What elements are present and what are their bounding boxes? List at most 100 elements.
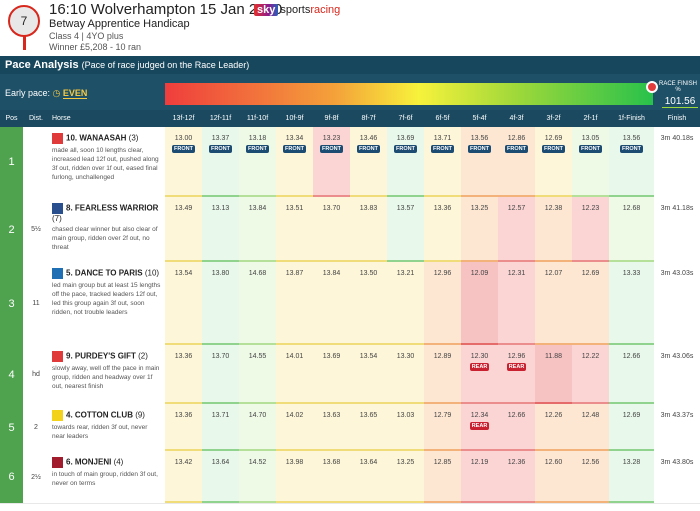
- horse-draw: (2): [135, 351, 148, 361]
- sectional-cell: 12.07: [535, 262, 572, 345]
- horse-name-line[interactable]: 10. WANAASAH (3): [52, 133, 162, 144]
- sectional-cell: 14.52: [239, 451, 276, 503]
- sectional-cell: 13.28: [609, 451, 654, 503]
- race-class: Class 4 | 4YO plus: [49, 31, 124, 41]
- sectional-cell: 13.83: [350, 197, 387, 262]
- sectional-time: 13.36: [433, 205, 452, 212]
- logo-sky: sky: [254, 4, 279, 16]
- sectional-cell: 13.46 FRONT: [350, 127, 387, 197]
- sectional-cell: 14.70: [239, 404, 276, 451]
- sectional-cell: 12.36: [498, 451, 535, 503]
- sectional-time: 12.19: [470, 459, 489, 466]
- horse-name-line[interactable]: 8. FEARLESS WARRIOR (7): [52, 203, 162, 223]
- sectional-time: 12.89: [433, 353, 452, 360]
- sectional-cell: 13.18 FRONT: [239, 127, 276, 197]
- sectional-time: 12.07: [544, 270, 563, 277]
- sectional-cell: 13.70: [202, 345, 239, 404]
- horse-name[interactable]: 5. DANCE TO PARIS: [66, 269, 143, 278]
- sectional-time: 12.68: [622, 205, 641, 212]
- sectional-cell: 13.71: [202, 404, 239, 451]
- sectional-time: 13.46: [359, 135, 378, 142]
- sectional-cell: 12.85: [424, 451, 461, 503]
- horse-name[interactable]: 6. MONJENI: [66, 458, 111, 467]
- column-header: 13f-12f: [172, 115, 195, 122]
- clock-icon: ◷: [52, 88, 61, 98]
- sectional-time: 13.57: [396, 205, 415, 212]
- horse-name[interactable]: 10. WANAASAH: [66, 134, 126, 143]
- sectional-cell: 12.57: [498, 197, 535, 262]
- early-pace-value[interactable]: EVEN: [62, 88, 88, 99]
- horse-name-line[interactable]: 6. MONJENI (4): [52, 457, 162, 468]
- distance-cell: 11: [32, 300, 40, 307]
- sectional-time: 13.21: [396, 270, 415, 277]
- early-pace: Early pace: ◷ EVEN: [5, 88, 88, 99]
- sectional-time: 12.79: [433, 412, 452, 419]
- column-header: 10f-9f: [285, 115, 304, 122]
- sectional-cell: 13.49: [165, 197, 202, 262]
- horse-name[interactable]: 8. FEARLESS WARRIOR: [66, 204, 158, 213]
- sectional-time: 14.02: [285, 412, 304, 419]
- sectional-time: 12.23: [581, 205, 600, 212]
- table-row[interactable]: 3 11 5. DANCE TO PARIS (10) led main group …: [0, 262, 700, 346]
- table-row[interactable]: 1 10. WANAASAH (3) made all, soon 10 lengt…: [0, 127, 700, 198]
- sectional-cell: 13.51: [276, 197, 313, 262]
- horse-name-line[interactable]: 5. DANCE TO PARIS (10): [52, 268, 162, 279]
- sectional-time: 12.56: [581, 459, 600, 466]
- sectional-time: 11.88: [545, 353, 562, 360]
- sectional-cell: 11.88: [535, 345, 572, 404]
- sectional-cell: 13.25: [387, 451, 424, 503]
- column-header: 2f-1f: [583, 115, 598, 122]
- sectional-time: 13.84: [248, 205, 267, 212]
- sectional-cell: 13.54: [350, 345, 387, 404]
- sectional-time: 14.55: [248, 353, 267, 360]
- sectional-cell: 12.96 REAR: [498, 345, 535, 404]
- race-name: Betway Apprentice Handicap: [49, 18, 190, 30]
- sectional-cell: 12.89: [424, 345, 461, 404]
- finish-time: 3m 43.06s: [660, 353, 694, 360]
- table-row[interactable]: 5 2 4. COTTON CLUB (9) towards rear, ridden…: [0, 404, 700, 452]
- horse-name[interactable]: 9. PURDEY'S GIFT: [66, 352, 136, 361]
- sectional-cell: 12.26: [535, 404, 572, 451]
- sectional-cell: 13.68: [313, 451, 350, 503]
- table-row[interactable]: 2 5½ 8. FEARLESS WARRIOR (7) chased clear w…: [0, 197, 700, 263]
- sectional-time: 12.69: [622, 412, 641, 419]
- finish-time: 3m 43.80s: [660, 459, 694, 466]
- horse-name[interactable]: 4. COTTON CLUB: [66, 411, 133, 420]
- race-comment: slowly away, well off the pace in main g…: [52, 365, 160, 390]
- sectional-time: 13.69: [322, 353, 341, 360]
- sectional-time: 13.70: [211, 353, 230, 360]
- badge-stem: [23, 36, 26, 50]
- sectional-time: 12.69: [581, 270, 600, 277]
- sectional-time: 13.18: [248, 135, 267, 142]
- finish-time: 3m 43.03s: [660, 270, 694, 277]
- position-cell: 1: [0, 127, 23, 197]
- pace-row: Early pace: ◷ EVEN: [0, 74, 700, 110]
- pace-analysis-subtitle: (Pace of race judged on the Race Leader): [81, 60, 250, 70]
- rear-tag: REAR: [469, 422, 490, 430]
- table-row[interactable]: 4 hd 9. PURDEY'S GIFT (2) slowly away, well…: [0, 345, 700, 405]
- early-pace-label: Early pace:: [5, 88, 51, 98]
- race-header: 7 16:10 Wolverhampton 15 Jan 2020 sky sp…: [0, 0, 700, 56]
- position-cell: 5: [0, 404, 23, 451]
- horse-cell: 4. COTTON CLUB (9) towards rear, ridden 3…: [52, 410, 162, 441]
- finish-time: 3m 41.18s: [660, 205, 694, 212]
- finish-time: 3m 40.18s: [660, 135, 694, 142]
- front-tag: FRONT: [505, 145, 528, 153]
- sectional-cell: 14.55: [239, 345, 276, 404]
- race-finish-label: RACE FINISH %: [658, 81, 697, 93]
- horse-name-line[interactable]: 4. COTTON CLUB (9): [52, 410, 162, 421]
- sectional-cell: 12.38: [535, 197, 572, 262]
- sectional-cell: 13.84: [239, 197, 276, 262]
- distance-cell: [24, 127, 48, 197]
- sectional-time: 13.13: [211, 205, 230, 212]
- race-finish-value: 101.56: [662, 96, 698, 108]
- table-header: Pos Dist. Horse 13f-12f 12f-11f 11f-10f 10f-9f…: [0, 110, 700, 127]
- column-header: 3f-2f: [546, 115, 561, 122]
- sectional-time: 13.87: [285, 270, 304, 277]
- sectional-cell: 13.56 FRONT: [609, 127, 654, 197]
- sectional-cell: 13.84: [313, 262, 350, 345]
- sectional-time: 12.96: [433, 270, 452, 277]
- horse-name-line[interactable]: 9. PURDEY'S GIFT (2): [52, 351, 162, 362]
- sectional-cell: 12.56: [572, 451, 609, 503]
- table-row[interactable]: 6 2½ 6. MONJENI (4) in touch of main group,…: [0, 451, 700, 504]
